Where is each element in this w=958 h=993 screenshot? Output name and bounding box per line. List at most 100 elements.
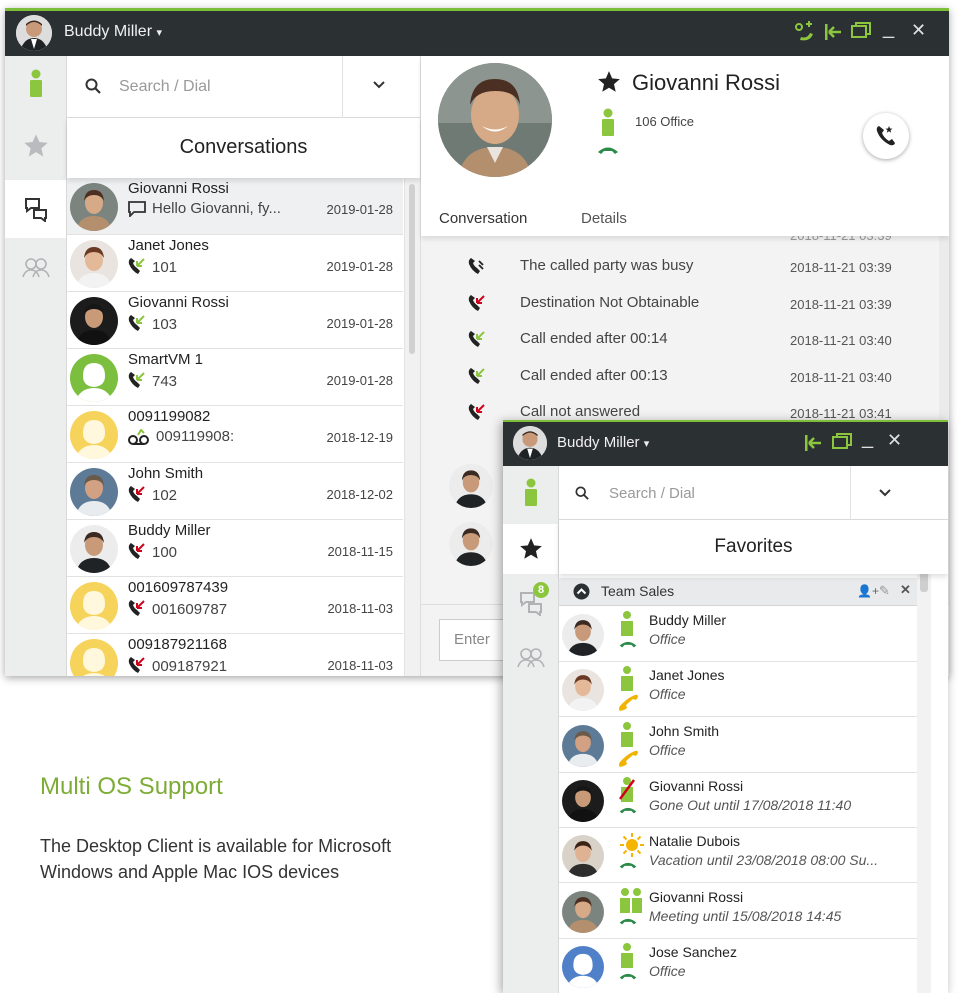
favorite-contact-row[interactable]: John Smith Office [559,717,917,773]
edit-icon[interactable]: ✎ [879,583,890,599]
history-text: Destination Not Obtainable [520,293,700,311]
conversation-row[interactable]: Giovanni Rossi 103 2019-01-28 [67,292,403,349]
group-header-team-sales[interactable]: Team Sales 👤+ ✎ ✕ [559,578,917,606]
scrollbar[interactable] [404,178,420,676]
pin-left-icon[interactable] [823,21,843,43]
close-icon[interactable]: ✕ [887,430,902,451]
caret-down-icon: ▾ [156,27,163,39]
presence-available-icon [29,69,42,97]
phone-idle-icon [617,971,639,981]
conversations-icon [24,198,47,222]
conversation-row[interactable]: Janet Jones 101 2019-01-28 [67,235,403,292]
window-mode-icon[interactable] [831,432,853,454]
tab-conversation[interactable]: Conversation [439,210,527,227]
conversation-row[interactable]: 0091199082 009119908: 2018-12-19 [67,406,403,463]
conversation-row[interactable]: John Smith 102 2018-12-02 [67,463,403,520]
scrollbar-thumb[interactable] [409,184,415,354]
collapse-icon[interactable] [573,583,590,600]
conversation-row[interactable]: 001609787439 001609787 2018-11-03 [67,577,403,634]
favorite-contact-row[interactable]: Giovanni Rossi Gone Out until 17/08/2018… [559,772,917,828]
call-star-icon [876,126,895,146]
minimize-icon[interactable]: _ [883,17,894,40]
search-input[interactable] [119,75,329,99]
team-icon [21,258,50,278]
nav-conversations[interactable] [5,180,66,238]
missed-call-icon [128,599,146,619]
favorite-name: Jose Sanchez [649,943,737,960]
feature-description: The Desktop Client is available for Micr… [40,836,392,882]
avatar [70,468,118,516]
favorites-scrollbar[interactable] [917,520,931,993]
add-member-icon[interactable]: 👤+ [857,584,879,598]
user-avatar[interactable] [16,15,52,51]
favorite-contact-row[interactable]: Jose Sanchez Office [559,938,917,993]
user-menu[interactable]: Buddy Miller ▾ [557,434,649,451]
voicemail-call-icon [128,428,150,445]
favorite-status: Office [649,631,686,647]
favorite-contact-row[interactable]: Janet Jones Office [559,662,917,718]
presence-available-icon [524,478,537,506]
user-menu[interactable]: Buddy Miller ▾ [64,23,162,41]
outgoing-call-icon [468,367,486,387]
history-date: 2018-11-21 03:40 [790,369,892,385]
user-avatar[interactable] [513,426,547,460]
chevron-down-icon[interactable] [373,80,385,90]
favorite-status: Office [649,962,686,979]
search-bar [67,56,420,118]
conversation-name: 009187921168 [128,636,227,653]
phone-ringing-icon [617,694,639,712]
phone-idle-icon [617,916,639,926]
conversation-date: 2018-12-19 [326,430,394,445]
nav-conversations[interactable]: 8 [503,578,558,628]
conversation-detail: 103 [128,314,177,334]
window-mode-icon[interactable] [850,21,872,43]
avatar [562,779,604,822]
remove-group-icon[interactable]: ✕ [900,582,911,598]
presence-available-icon [619,666,635,692]
title-bar: Buddy Miller ▾ _ ✕ [5,8,949,56]
conversation-detail-text: 009187921 [152,657,228,675]
conversation-detail-text: 009119908: [156,428,235,445]
conversation-date: 2019-01-28 [326,373,394,388]
voicemail-forward-icon[interactable] [793,21,815,43]
nav-favorites[interactable] [5,120,66,172]
conversation-detail: 101 [128,257,177,277]
favorite-star-icon[interactable] [596,69,622,95]
avatar [562,614,604,656]
conversation-detail-text: 102 [152,486,178,504]
conversation-date: 2018-11-15 [327,544,393,559]
nav-presence[interactable] [503,468,558,518]
favorite-contact-row[interactable]: Natalie Dubois Vacation until 23/08/2018… [559,828,917,884]
favorite-contact-row[interactable]: Buddy Miller Office [559,607,917,662]
contact-extension: 106 Office [635,114,695,129]
close-icon[interactable]: ✕ [911,20,926,41]
favorite-name: Janet Jones [649,667,725,684]
conversation-row[interactable]: SmartVM 1 743 2019-01-28 [67,349,403,406]
nav-contacts[interactable] [503,632,558,682]
conversation-detail: 743 [128,371,177,391]
avatar [70,639,118,676]
conversation-detail: 009119908: [128,428,234,445]
conversation-name: 0091199082 [128,408,211,425]
conversation-row[interactable]: 009187921168 009187921 2018-11-03 [67,634,403,676]
favorite-contact-row[interactable]: Giovanni Rossi Meeting until 15/08/2018 … [559,883,917,939]
favorite-status: Office [649,741,686,758]
conversation-row[interactable]: Buddy Miller 100 2018-11-15 [67,520,403,577]
conversation-detail: Hello Giovanni, fy... [128,200,281,217]
tab-details[interactable]: Details [581,210,627,227]
call-button[interactable] [863,113,909,159]
avatar [70,525,118,573]
search-input[interactable] [609,482,829,504]
nav-presence[interactable] [5,58,66,110]
minimize-icon[interactable]: _ [862,427,873,450]
nav-favorites[interactable] [503,524,558,574]
phone-idle-icon [617,805,639,815]
conversation-name: Buddy Miller [128,522,211,539]
nav-contacts[interactable] [5,242,66,292]
pin-left-icon[interactable] [803,432,823,454]
conversation-row[interactable]: Giovanni Rossi Hello Giovanni, fy... 201… [67,178,403,235]
presence-available-icon [619,942,635,969]
phone-idle-icon [617,639,639,649]
phone-idle-icon [617,860,639,870]
chevron-down-icon[interactable] [879,488,891,498]
